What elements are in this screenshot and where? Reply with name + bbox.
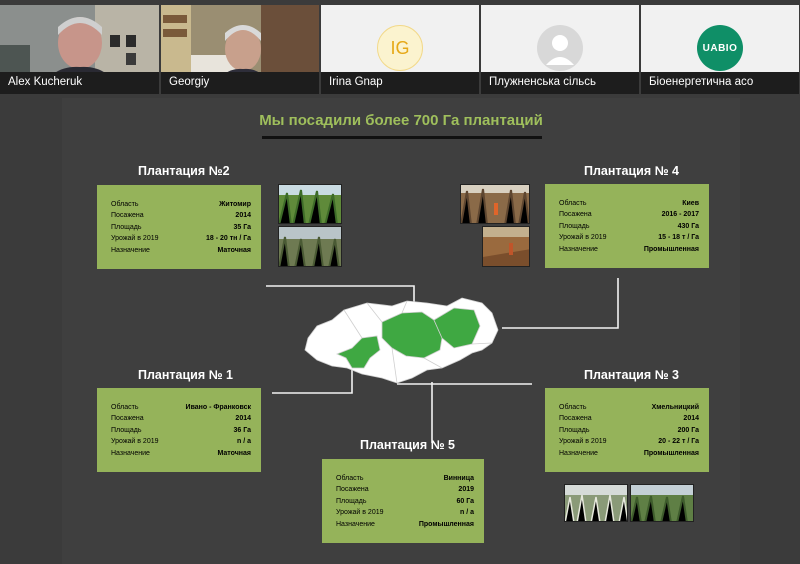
info-row: Область Ивано - Франковск	[111, 404, 251, 411]
info-row: Посажена 2014	[111, 212, 251, 220]
info-row: Посажена 2019	[336, 486, 474, 494]
plantation-1-title: Плантация № 1	[138, 368, 233, 382]
plantation-3-title: Плантация № 3	[584, 368, 679, 382]
plantation-photo	[278, 226, 342, 267]
plantation-3-card: Область Хмельницкий Посажена 2014 Площадь 2…	[545, 388, 709, 472]
plantation-5-title: Плантация № 5	[360, 438, 455, 452]
plantation-4-title: Плантация № 4	[584, 164, 679, 178]
info-row: Площадь 60 Га	[336, 497, 474, 505]
info-row: Посажена 2016 - 2017	[559, 211, 699, 219]
participant-tile-uabio[interactable]: UABIO Біоенергетична асо	[641, 5, 799, 94]
info-row: Урожай в 2019 n / a	[111, 438, 251, 446]
participant-name: Alex Kucheruk	[0, 72, 159, 94]
plantation-1-card: Область Ивано - Франковск Посажена 2014 Пл…	[97, 388, 261, 472]
info-row: Назначение Промышленная	[336, 520, 474, 528]
info-row: Площадь 430 Га	[559, 222, 699, 230]
info-row: Область Киев	[559, 200, 699, 207]
participant-tile-irina[interactable]: IG Irina Gnap	[321, 5, 479, 94]
info-row: Урожай в 2019 n / a	[336, 509, 474, 517]
plantation-2-card: Область Житомир Посажена 2014 Площадь 35 Га…	[97, 185, 261, 269]
info-row: Урожай в 2019 15 - 18 т / Га	[559, 234, 699, 242]
info-row: Урожай в 2019 18 - 20 тн / Га	[111, 235, 251, 243]
participant-name: Плужненська сільсь	[481, 72, 639, 94]
info-row: Урожай в 2019 20 - 22 т / Га	[559, 438, 699, 446]
shared-slide: Мы посадили более 700 Га плантаций Плант…	[62, 98, 740, 564]
plantation-photo	[630, 484, 694, 522]
participant-tile-georgiy[interactable]: Georgiy	[161, 5, 319, 94]
plantation-photo	[460, 184, 530, 224]
participant-strip: Alex Kucheruk Georgiy IG Irina Gnap Плуж…	[0, 5, 800, 94]
info-row: Область Винница	[336, 475, 474, 482]
participant-name: Georgiy	[161, 72, 319, 94]
info-row: Назначение Маточная	[111, 246, 251, 254]
default-avatar-icon	[537, 25, 583, 71]
participant-tile-alex[interactable]: Alex Kucheruk	[0, 5, 159, 94]
plantation-photo	[278, 184, 342, 224]
info-row: Область Житомир	[111, 201, 251, 208]
plantation-5-card: Область Винница Посажена 2019 Площадь 60 Га…	[322, 459, 484, 543]
info-row: Площадь 35 Га	[111, 223, 251, 231]
info-row: Посажена 2014	[559, 415, 699, 423]
participant-name: Біоенергетична асо	[641, 72, 799, 94]
uabio-logo: UABIO	[697, 25, 743, 71]
plantation-2-title: Плантация №2	[138, 164, 230, 178]
plantation-photo	[564, 484, 628, 522]
info-row: Назначение Маточная	[111, 449, 251, 457]
info-row: Назначение Промышленная	[559, 449, 699, 457]
meeting-window: { "participants": [ {"name": "Alex Kuche…	[0, 0, 800, 564]
info-row: Область Хмельницкий	[559, 404, 699, 411]
participant-name: Irina Gnap	[321, 72, 479, 94]
participant-tile-pluzhne[interactable]: Плужненська сільсь	[481, 5, 639, 94]
plantation-4-card: Область Киев Посажена 2016 - 2017 Площадь 4…	[545, 184, 709, 268]
info-row: Посажена 2014	[111, 415, 251, 423]
plantation-photo	[482, 226, 530, 267]
info-row: Площадь 36 Га	[111, 426, 251, 434]
avatar: IG	[377, 25, 423, 71]
info-row: Площадь 200 Га	[559, 426, 699, 434]
info-row: Назначение Промышленная	[559, 245, 699, 253]
